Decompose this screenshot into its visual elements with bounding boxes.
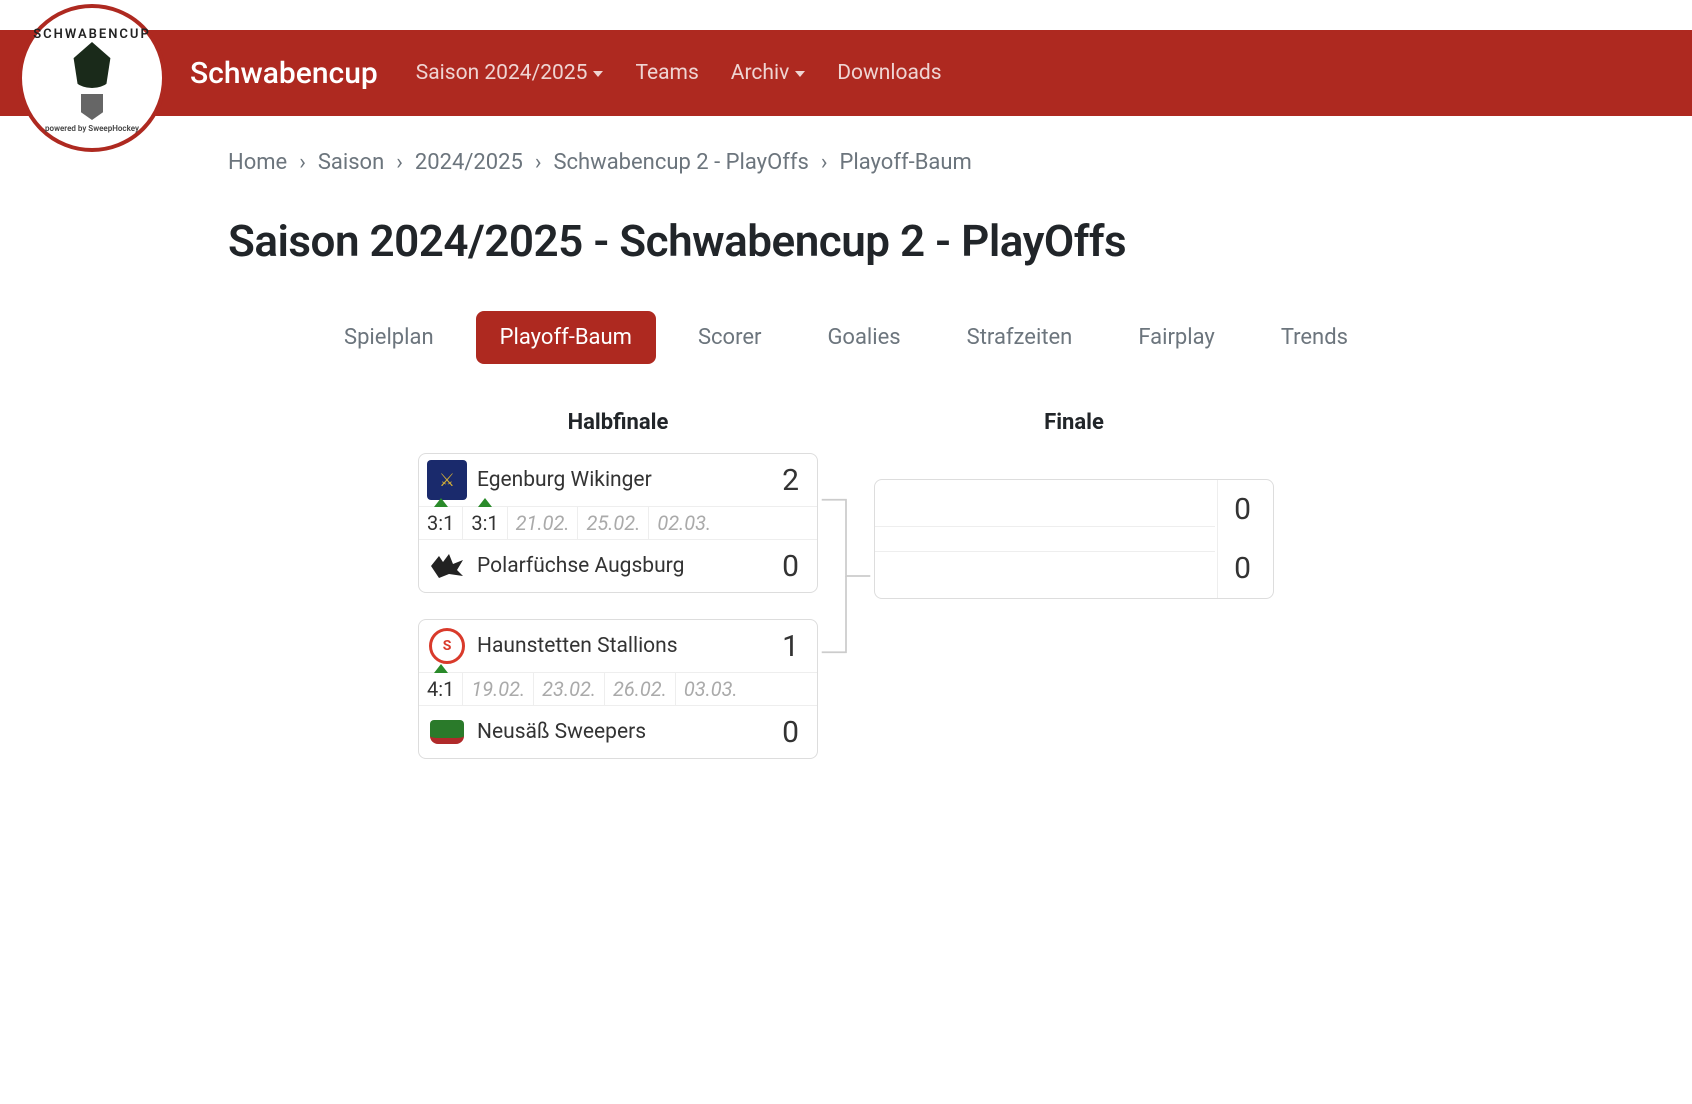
team-logo-icon: S (427, 626, 467, 666)
pinecone-icon (69, 42, 115, 88)
logo-subtext: powered by SweepHockey (45, 124, 139, 133)
breadcrumb-separator: › (535, 150, 542, 175)
team-score: 0 (782, 549, 805, 584)
tab-spielplan[interactable]: Spielplan (320, 311, 458, 364)
breadcrumb-home[interactable]: Home (228, 150, 287, 175)
team-score: 1 (782, 629, 805, 664)
nav-saison[interactable]: Saison 2024/2025 (416, 61, 604, 85)
tabs: Spielplan Playoff-Baum Scorer Goalies St… (228, 311, 1464, 364)
game-cell[interactable]: 26.02. (605, 673, 676, 705)
nav-saison-label: Saison 2024/2025 (416, 61, 588, 85)
nav-archiv[interactable]: Archiv (731, 61, 805, 85)
game-cell[interactable]: 4:1 (419, 673, 463, 705)
team-logo-icon (427, 546, 467, 586)
team-name: Neusäß Sweepers (477, 720, 782, 744)
game-cell[interactable]: 02.03. (649, 507, 719, 539)
tab-goalies[interactable]: Goalies (803, 311, 924, 364)
team-logo-icon: ⚔ (427, 460, 467, 500)
games-row: 3:13:121.02.25.02.02.03. (419, 506, 817, 540)
connector-line-icon (818, 446, 874, 706)
game-cell[interactable]: 25.02. (578, 507, 649, 539)
bracket-connector (818, 410, 874, 706)
final-top-score: 0 (1234, 492, 1257, 527)
breadcrumb-saison[interactable]: Saison (318, 150, 384, 175)
winner-arrow-icon (434, 498, 448, 507)
tab-strafzeiten[interactable]: Strafzeiten (943, 311, 1097, 364)
tab-trends[interactable]: Trends (1257, 311, 1372, 364)
breadcrumb-separator: › (396, 150, 403, 175)
final-games-row (875, 526, 1215, 552)
match-bottom-team-row: Polarfüchse Augsburg 0 (419, 540, 817, 592)
final-bottom-score: 0 (1234, 551, 1257, 586)
semifinal-match[interactable]: S Haunstetten Stallions 1 4:119.02.23.02… (418, 619, 818, 759)
team-name: Polarfüchse Augsburg (477, 554, 782, 578)
game-cell[interactable]: 3:1 (463, 507, 507, 539)
nav-archiv-label: Archiv (731, 61, 789, 85)
game-cell[interactable]: 3:1 (419, 507, 463, 539)
match-top-team-row: S Haunstetten Stallions 1 (419, 620, 817, 672)
breadcrumb-current: Playoff-Baum (839, 150, 971, 175)
match-bottom-team-row: Neusäß Sweepers 0 (419, 706, 817, 758)
games-row: 4:119.02.23.02.26.02.03.03. (419, 672, 817, 706)
team-name: Haunstetten Stallions (477, 634, 782, 658)
playoff-bracket: Halbfinale ⚔ Egenburg Wikinger 2 3:13:12… (228, 410, 1464, 785)
tab-playoff-baum[interactable]: Playoff-Baum (476, 311, 656, 364)
site-logo[interactable]: SCHWABENCUP powered by SweepHockey (18, 4, 166, 152)
team-logo-icon (427, 712, 467, 752)
final-column: Finale 0 0 (874, 410, 1274, 599)
nav-teams[interactable]: Teams (635, 61, 698, 85)
chevron-down-icon (795, 71, 805, 77)
team-name: Egenburg Wikinger (477, 468, 782, 492)
breadcrumb-season[interactable]: 2024/2025 (415, 150, 523, 175)
logo-arc-text: SCHWABENCUP (33, 27, 151, 42)
breadcrumb-separator: › (299, 150, 306, 175)
page-title: Saison 2024/2025 - Schwabencup 2 - PlayO… (228, 215, 1464, 267)
winner-arrow-icon (434, 664, 448, 673)
semifinal-title: Halbfinale (568, 410, 669, 435)
team-score: 2 (782, 463, 805, 498)
semifinal-match[interactable]: ⚔ Egenburg Wikinger 2 3:13:121.02.25.02.… (418, 453, 818, 593)
nav-downloads[interactable]: Downloads (837, 61, 941, 85)
semifinal-column: Halbfinale ⚔ Egenburg Wikinger 2 3:13:12… (418, 410, 818, 785)
final-bottom-team (875, 552, 1217, 598)
winner-arrow-icon (478, 498, 492, 507)
chevron-down-icon (593, 71, 603, 77)
game-cell[interactable]: 21.02. (508, 507, 579, 539)
team-score: 0 (782, 715, 805, 750)
breadcrumb-separator: › (821, 150, 828, 175)
game-cell[interactable]: 23.02. (534, 673, 605, 705)
final-match[interactable]: 0 0 (874, 479, 1274, 599)
tab-scorer[interactable]: Scorer (674, 311, 786, 364)
breadcrumb: Home › Saison › 2024/2025 › Schwabencup … (228, 116, 1464, 175)
final-top-team (875, 480, 1217, 526)
game-cell[interactable]: 03.03. (676, 673, 746, 705)
game-cell[interactable]: 19.02. (463, 673, 534, 705)
shield-icon (81, 94, 103, 120)
breadcrumb-league[interactable]: Schwabencup 2 - PlayOffs (553, 150, 808, 175)
brand-link[interactable]: Schwabencup (190, 56, 378, 91)
navbar: SCHWABENCUP powered by SweepHockey Schwa… (0, 30, 1692, 116)
tab-fairplay[interactable]: Fairplay (1114, 311, 1238, 364)
final-title: Finale (1044, 410, 1104, 435)
